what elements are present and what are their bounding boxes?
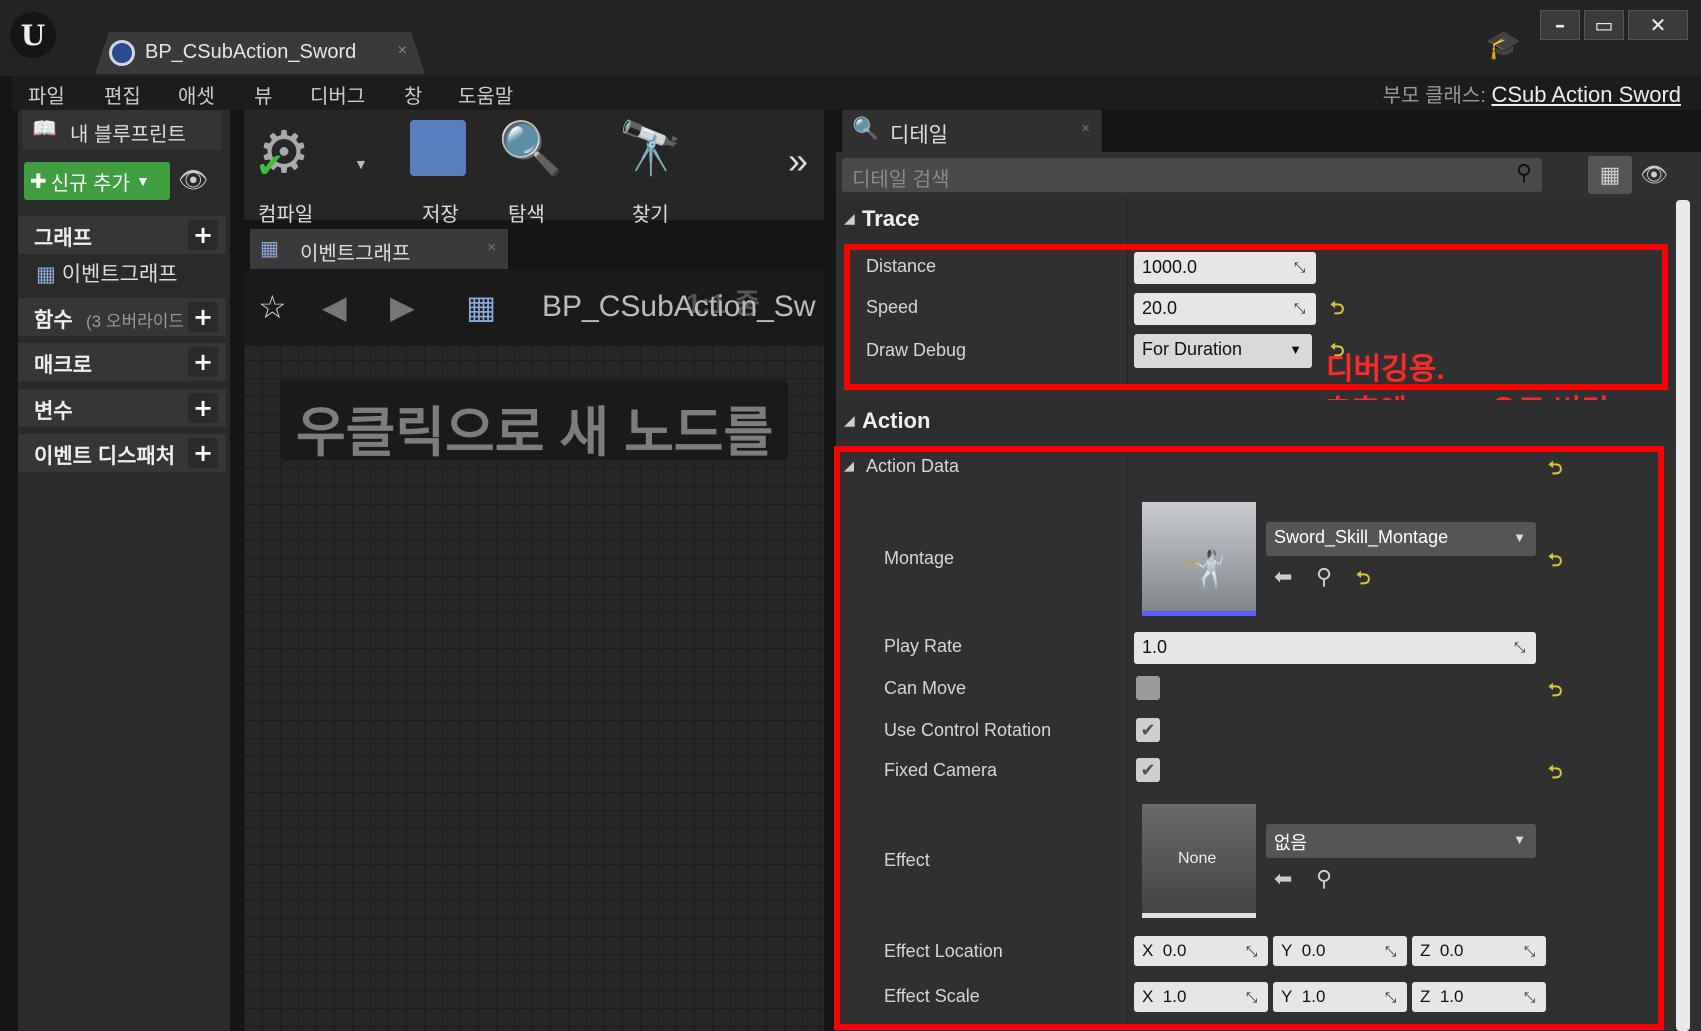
annotation-line1: 디버깅용. [1326, 353, 1445, 386]
forward-arrow-icon[interactable]: ▶ [390, 288, 415, 326]
eye-icon[interactable]: 👁 [178, 166, 208, 195]
menu-help[interactable]: 도움말 [458, 80, 513, 109]
section-event-dispatchers[interactable]: 이벤트 디스패처 + [18, 434, 226, 472]
favorite-star-icon[interactable]: ☆ [258, 288, 287, 326]
graph-icon: ▦ [36, 263, 56, 286]
section-variables-label: 변수 [34, 400, 73, 423]
details-search-placeholder: 디테일 검색 [852, 169, 950, 191]
menu-view[interactable]: 뷰 [254, 80, 272, 109]
action-category[interactable]: ◢ Action [836, 400, 1674, 442]
menu-file[interactable]: 파일 [28, 80, 65, 109]
action-category-label: Action [862, 408, 931, 433]
trace-category[interactable]: ◢ Trace [836, 198, 1674, 240]
save-label: 저장 [422, 204, 459, 226]
more-tools-icon[interactable]: » [788, 140, 808, 182]
menu-edit[interactable]: 편집 [104, 80, 141, 109]
collapse-arrow-icon: ◢ [844, 210, 855, 226]
add-new-label: 신규 추가 [50, 172, 130, 195]
graph-icon: ▦ [466, 289, 497, 325]
book-icon: 📖 [32, 118, 57, 140]
menu-asset[interactable]: 애셋 [178, 80, 215, 109]
section-graphs-label: 그래프 [34, 227, 92, 250]
event-graph-item[interactable]: ▦ 이벤트그래프 [36, 258, 178, 288]
graph-hint-box: 우클릭으로 새 노드를 [280, 380, 788, 460]
document-tab[interactable]: BP_CSubAction_Sword × [95, 32, 425, 74]
find-label: 찾기 [632, 204, 669, 226]
add-event-dispatcher-button[interactable]: + [188, 438, 218, 468]
minimize-button[interactable]: – [1540, 10, 1580, 40]
floppy-disk-icon [410, 120, 466, 176]
magnifier-icon: 🔍 [498, 120, 563, 178]
section-variables[interactable]: 변수 + [18, 389, 226, 427]
document-tab-label: BP_CSubAction_Sword [145, 41, 357, 63]
details-tab[interactable]: 🔍 디테일 × [842, 110, 1102, 152]
annotation-box-action-data [834, 446, 1664, 1030]
compile-label: 컴파일 [258, 204, 314, 226]
add-macro-button[interactable]: + [188, 347, 218, 377]
view-options-eye-icon[interactable]: 👁 [1640, 162, 1668, 188]
trace-category-label: Trace [862, 206, 920, 231]
parent-class-label: 부모 클래스: [1382, 85, 1486, 107]
property-matrix-button[interactable]: ▦ [1588, 156, 1632, 194]
section-event-dispatchers-label: 이벤트 디스패처 [34, 445, 176, 468]
parent-class-link[interactable]: CSub Action Sword [1491, 82, 1681, 107]
back-arrow-icon[interactable]: ◀ [322, 288, 347, 326]
event-graph-item-label: 이벤트그래프 [61, 263, 178, 286]
browse-label: 탐색 [508, 204, 545, 226]
event-graph-tab-label: 이벤트그래프 [300, 243, 411, 265]
close-tab-icon[interactable]: × [1081, 120, 1090, 137]
find-button[interactable]: 🔭 찾기 [610, 118, 700, 226]
graph-breadcrumb: BP_CSubAction_Sw [542, 290, 816, 323]
annotation-box-trace [844, 244, 1668, 390]
check-icon: ✔ [256, 147, 285, 185]
event-graph-tab[interactable]: ▦ 이벤트그래프 × [250, 229, 508, 269]
graduation-cap-icon[interactable]: 🎓 [1486, 28, 1521, 61]
plus-icon: ✚ [30, 170, 47, 193]
close-tab-icon[interactable]: × [487, 239, 496, 256]
section-macros[interactable]: 매크로 + [18, 343, 226, 381]
add-function-button[interactable]: + [188, 302, 218, 332]
add-new-button[interactable]: ✚ 신규 추가 ▼ [24, 162, 170, 200]
details-magnifier-icon: 🔍 [852, 116, 880, 141]
section-macros-label: 매크로 [34, 354, 92, 377]
graph-icon: ▦ [260, 238, 279, 260]
section-functions[interactable]: 함수 (3 오버라이드 + [18, 298, 226, 336]
menu-window[interactable]: 창 [404, 80, 422, 109]
collapse-arrow-icon: ◢ [844, 412, 855, 428]
unreal-logo-icon: U [10, 12, 56, 58]
blueprint-class-icon [109, 40, 135, 66]
section-functions-label: 함수 [34, 309, 73, 332]
section-graphs[interactable]: 그래프 + [18, 216, 226, 254]
details-tab-label: 디테일 [890, 124, 948, 147]
close-tab-icon[interactable]: × [398, 42, 407, 60]
details-search-input[interactable]: 디테일 검색 ⚲ [842, 158, 1542, 192]
chevron-down-icon: ▼ [135, 173, 150, 189]
parent-class: 부모 클래스: CSub Action Sword [1383, 79, 1681, 108]
grid-icon: ▦ [1599, 162, 1621, 187]
binoculars-icon: 🔭 [618, 120, 683, 178]
compile-options-chevron-icon[interactable]: ▼ [354, 156, 368, 172]
maximize-button[interactable]: ▭ [1584, 10, 1624, 40]
menu-bar: 파일 편집 애셋 뷰 디버그 창 도움말 부모 클래스: CSub Action… [12, 76, 1701, 110]
details-scrollbar[interactable] [1676, 200, 1690, 1031]
graph-breadcrumb-bar: ☆ ◀ ▶ ▦ 1:1 중 BP_CSubAction_Sw [244, 270, 824, 346]
compile-button[interactable]: ⚙ ✔ 컴파일 [252, 118, 362, 226]
toolbar: ⚙ ✔ 컴파일 ▼ 저장 🔍 탐색 🔭 찾기 » [244, 110, 824, 226]
close-window-button[interactable]: ✕ [1628, 10, 1688, 40]
add-graph-button[interactable]: + [188, 220, 218, 250]
menu-debug[interactable]: 디버그 [310, 80, 365, 109]
browse-button[interactable]: 🔍 탐색 [486, 118, 566, 226]
my-blueprint-tab-label: 내 블루프린트 [70, 124, 186, 146]
add-variable-button[interactable]: + [188, 393, 218, 423]
my-blueprint-tab[interactable]: 📖 내 블루프린트 [22, 110, 222, 150]
search-icon: ⚲ [1515, 160, 1532, 185]
save-button[interactable]: 저장 [398, 118, 478, 226]
graph-hint-text: 우클릭으로 새 노드를 [296, 403, 774, 460]
functions-override-note: (3 오버라이드 [86, 312, 185, 331]
